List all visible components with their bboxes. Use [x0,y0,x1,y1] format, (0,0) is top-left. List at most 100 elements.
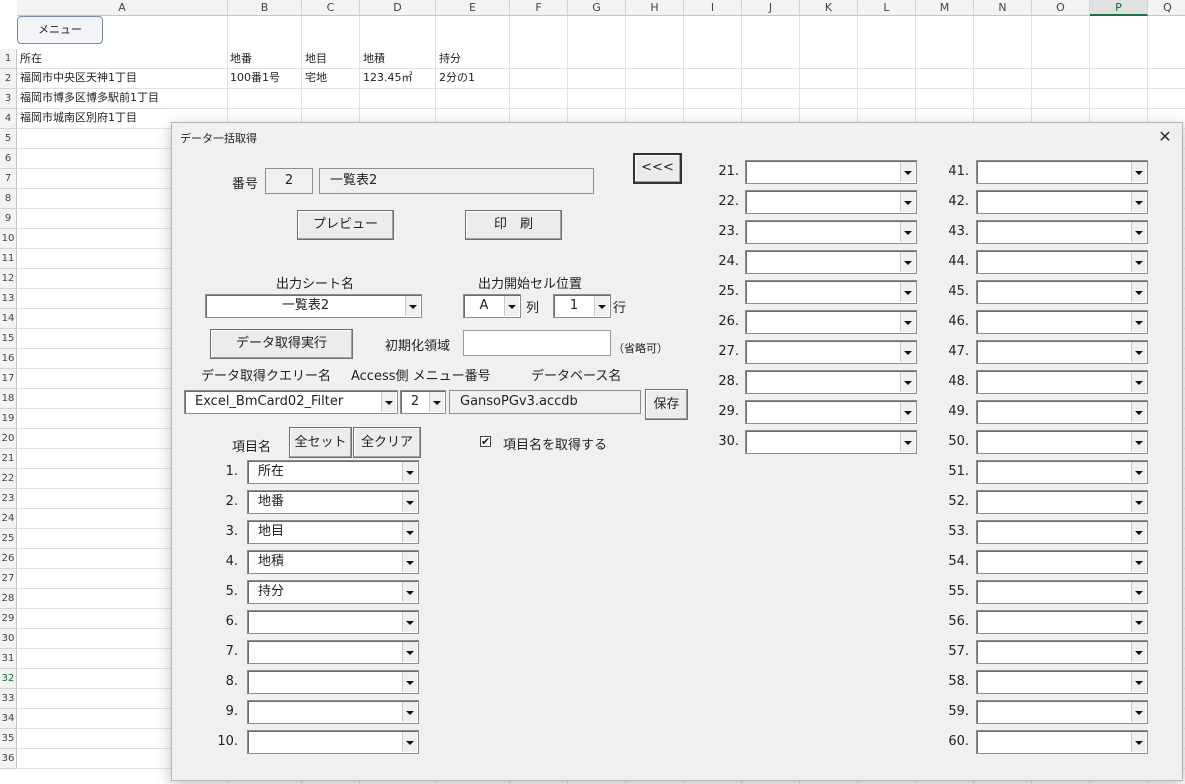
column-header[interactable]: Q [1148,0,1185,16]
chevron-down-icon[interactable] [402,462,417,482]
item-name-combo[interactable] [976,370,1148,394]
chevron-down-icon[interactable] [1131,222,1146,242]
row-header[interactable]: 36 [0,749,17,769]
item-name-combo[interactable] [976,220,1148,244]
cell-header-area[interactable]: 地積 [363,49,385,69]
chevron-down-icon[interactable] [1131,342,1146,362]
column-header[interactable]: A [17,0,228,16]
item-name-combo[interactable] [976,580,1148,604]
row-header[interactable]: 34 [0,709,17,729]
column-header[interactable]: K [800,0,858,16]
chevron-down-icon[interactable] [900,372,915,392]
chevron-down-icon[interactable] [1131,642,1146,662]
chevron-down-icon[interactable] [504,296,519,316]
row-header[interactable]: 1 [0,49,17,69]
chevron-down-icon[interactable] [1131,372,1146,392]
item-name-combo[interactable]: 地積 [247,550,419,574]
row-header[interactable]: 30 [0,629,17,649]
row-header[interactable]: 29 [0,609,17,629]
item-name-combo[interactable] [976,610,1148,634]
item-name-combo[interactable] [976,730,1148,754]
save-button[interactable]: 保存 [645,389,688,420]
cell-share[interactable]: 2分の1 [439,68,475,88]
cell-header-share[interactable]: 持分 [439,49,461,69]
row-header[interactable]: 31 [0,649,17,669]
chevron-down-icon[interactable] [402,672,417,692]
row-header[interactable]: 17 [0,369,17,389]
item-name-combo[interactable] [745,190,917,214]
output-sheet-combo[interactable]: 一覧表2 [205,294,422,318]
start-column-combo[interactable]: A [463,294,521,318]
chevron-down-icon[interactable] [900,402,915,422]
chevron-down-icon[interactable] [1131,282,1146,302]
item-name-combo[interactable] [247,610,419,634]
column-header[interactable]: B [228,0,302,16]
chevron-down-icon[interactable] [1131,402,1146,422]
chevron-down-icon[interactable] [1131,702,1146,722]
item-name-combo[interactable] [745,370,917,394]
item-name-combo[interactable] [745,310,917,334]
chevron-down-icon[interactable] [381,392,396,412]
item-name-combo[interactable] [745,400,917,424]
item-name-combo[interactable] [976,490,1148,514]
row-header[interactable]: 25 [0,529,17,549]
chevron-down-icon[interactable] [900,312,915,332]
column-header[interactable]: L [858,0,916,16]
item-name-combo[interactable] [976,460,1148,484]
list-name-field[interactable]: 一覧表2 [319,168,594,194]
item-name-combo[interactable] [745,430,917,454]
row-header[interactable]: 35 [0,729,17,749]
chevron-down-icon[interactable] [402,702,417,722]
chevron-down-icon[interactable] [1131,192,1146,212]
chevron-down-icon[interactable] [402,552,417,572]
row-header[interactable]: 19 [0,409,17,429]
row-header[interactable]: 26 [0,549,17,569]
chevron-down-icon[interactable] [900,432,915,452]
item-name-combo[interactable] [976,400,1148,424]
number-field[interactable]: 2 [265,168,313,194]
chevron-down-icon[interactable] [900,252,915,272]
cell-area[interactable]: 123.45㎡ [363,68,413,88]
row-header[interactable]: 3 [0,89,17,109]
item-name-combo[interactable] [976,280,1148,304]
column-header[interactable]: H [626,0,684,16]
row-header[interactable]: 28 [0,589,17,609]
menu-button[interactable]: メニュー [17,16,103,44]
item-name-combo[interactable]: 所在 [247,460,419,484]
row-header[interactable]: 18 [0,389,17,409]
print-button[interactable]: 印 刷 [465,210,562,240]
item-name-combo[interactable] [247,700,419,724]
row-header[interactable]: 22 [0,469,17,489]
chevron-down-icon[interactable] [900,222,915,242]
column-header[interactable]: I [684,0,742,16]
chevron-down-icon[interactable] [1131,162,1146,182]
item-name-combo[interactable] [976,520,1148,544]
row-header[interactable]: 23 [0,489,17,509]
chevron-down-icon[interactable] [1131,252,1146,272]
chevron-down-icon[interactable] [900,162,915,182]
start-row-combo[interactable]: 1 [553,294,611,318]
item-name-combo[interactable] [976,160,1148,184]
row-header[interactable]: 5 [0,129,17,149]
chevron-down-icon[interactable] [402,732,417,752]
row-header[interactable]: 2 [0,69,17,89]
item-name-combo[interactable] [976,640,1148,664]
column-header[interactable]: G [568,0,626,16]
column-header[interactable]: F [510,0,568,16]
set-all-button[interactable]: 全セット [289,427,352,458]
item-name-combo[interactable] [976,550,1148,574]
row-header[interactable]: 13 [0,289,17,309]
item-name-combo[interactable] [745,160,917,184]
cell-lot-number[interactable]: 100番1号 [230,68,280,88]
item-name-combo[interactable] [745,250,917,274]
item-name-combo[interactable] [247,730,419,754]
row-header[interactable]: 21 [0,449,17,469]
item-name-combo[interactable] [976,250,1148,274]
column-header[interactable]: E [436,0,510,16]
init-area-input[interactable] [463,330,611,356]
query-name-combo[interactable]: Excel_BmCard02_Filter [184,390,398,414]
column-header[interactable]: O [1032,0,1090,16]
cell-location[interactable]: 福岡市博多区博多駅前1丁目 [20,88,159,108]
item-name-combo[interactable] [976,340,1148,364]
row-header[interactable]: 4 [0,109,17,129]
